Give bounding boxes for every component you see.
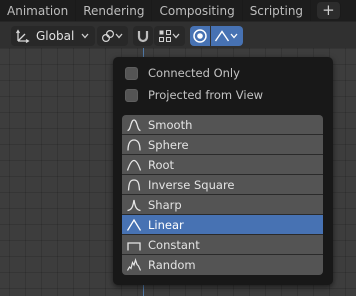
chevron-down-icon	[170, 29, 182, 43]
connected-only-checkbox[interactable]	[125, 66, 138, 80]
falloff-label: Sphere	[148, 137, 189, 152]
constant-curve-icon	[127, 241, 141, 250]
projected-from-view-option[interactable]: Projected from View	[125, 86, 263, 104]
falloff-item-linear[interactable]: Linear	[122, 215, 323, 235]
projected-from-view-label: Projected from View	[148, 88, 264, 102]
falloff-item-sharp[interactable]: Sharp	[122, 195, 323, 215]
falloff-label: Inverse Square	[148, 177, 235, 192]
falloff-item-constant[interactable]: Constant	[122, 235, 323, 255]
falloff-label: Constant	[148, 237, 200, 252]
transform-orientation-icon	[16, 29, 30, 43]
proportional-editing-icon	[193, 29, 207, 43]
snap-magnet-icon	[137, 31, 149, 43]
orientation-label: Global	[36, 29, 75, 43]
sharp-curve-icon	[127, 199, 141, 211]
pivot-point-dropdown[interactable]	[97, 26, 128, 46]
proportional-editing-toggle[interactable]	[190, 26, 210, 46]
falloff-item-root[interactable]: Root	[122, 155, 323, 175]
sphere-curve-icon	[127, 138, 141, 151]
proportional-editing-popup: Connected Only Projected from View Smoot…	[113, 57, 333, 285]
connected-only-label: Connected Only	[148, 66, 240, 80]
falloff-label: Root	[148, 157, 175, 172]
workspace-tab-bar: Animation Rendering Compositing Scriptin…	[0, 0, 356, 21]
tab-animation[interactable]: Animation	[0, 0, 77, 21]
proportional-falloff-dropdown[interactable]	[211, 26, 243, 46]
falloff-label: Sharp	[148, 197, 182, 212]
viewport-header: Global	[0, 21, 356, 48]
transform-orientation-dropdown[interactable]: Global	[11, 26, 95, 46]
falloff-label: Linear	[148, 217, 184, 232]
falloff-item-inverse-square[interactable]: Inverse Square	[122, 175, 323, 195]
tab-scripting[interactable]: Scripting	[243, 0, 312, 21]
tab-compositing[interactable]: Compositing	[152, 0, 243, 21]
smooth-curve-icon	[127, 118, 141, 131]
chevron-down-icon	[228, 29, 240, 43]
tab-rendering[interactable]: Rendering	[76, 0, 153, 21]
add-workspace-button[interactable]: +	[317, 2, 341, 19]
falloff-item-sphere[interactable]: Sphere	[122, 135, 323, 155]
falloff-item-random[interactable]: Random	[122, 255, 323, 275]
inverse-square-curve-icon	[127, 178, 141, 191]
chevron-down-icon	[113, 29, 125, 43]
falloff-item-smooth[interactable]: Smooth	[122, 115, 323, 135]
connected-only-option[interactable]: Connected Only	[125, 64, 240, 82]
snap-toggle[interactable]	[133, 26, 153, 46]
chevron-down-icon	[79, 29, 91, 43]
snap-target-dropdown[interactable]	[154, 26, 185, 46]
falloff-list: Smooth Sphere Root Inverse Square Sharp	[122, 115, 323, 275]
projected-from-view-checkbox[interactable]	[125, 88, 138, 102]
linear-curve-icon	[126, 218, 142, 231]
falloff-label: Smooth	[148, 117, 193, 132]
falloff-label: Random	[148, 258, 196, 272]
root-curve-icon	[126, 159, 142, 171]
random-curve-icon	[126, 258, 142, 271]
